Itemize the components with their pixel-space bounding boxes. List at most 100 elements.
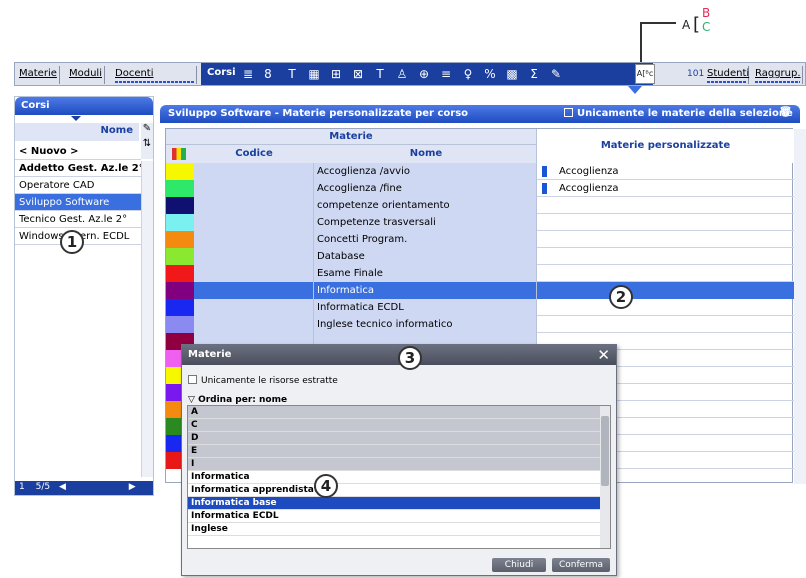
close-button[interactable]: Chiudi	[492, 558, 546, 572]
code-cell[interactable]	[194, 180, 314, 197]
matrix-icon[interactable]: ▩	[505, 67, 519, 81]
table-row[interactable]: Database	[166, 248, 794, 265]
teacher-icon[interactable]: T	[285, 67, 299, 81]
table-row[interactable]: Competenze trasversali	[166, 214, 794, 231]
list-item[interactable]: Sviluppo Software	[15, 194, 141, 211]
code-cell[interactable]	[194, 316, 314, 333]
name-cell[interactable]: Inglese tecnico informatico	[314, 316, 536, 333]
table-row[interactable]: Concetti Program.	[166, 231, 794, 248]
code-cell[interactable]	[194, 265, 314, 282]
custom-cell[interactable]	[536, 231, 794, 248]
custom-cell[interactable]	[536, 248, 794, 265]
sort-by-label[interactable]: ▽ Ordina per: nome	[188, 395, 287, 405]
table-row[interactable]: Accoglienza /fine Accoglienza	[166, 180, 794, 197]
custom-cell[interactable]	[536, 282, 794, 299]
custom-cell[interactable]: Accoglienza	[536, 163, 794, 180]
courses-scrollbar[interactable]	[141, 161, 153, 477]
tab-corsi[interactable]: Corsi ≣ 8 T ▦ ⊞ ⊠ T ♙ ⊕ ≡ ♀ % ▩ Σ ✎ A[ᴮc	[201, 63, 655, 85]
tab-materie[interactable]: Materie	[17, 66, 60, 84]
code-cell[interactable]	[194, 282, 314, 299]
list-item[interactable]: Informatica apprendistato	[188, 484, 600, 497]
group-icon[interactable]: ♙	[395, 67, 409, 81]
personalized-subjects-button[interactable]: A[ᴮc	[635, 64, 655, 84]
table2-icon[interactable]: ⊠	[351, 67, 365, 81]
person-icon[interactable]: ♀	[461, 67, 475, 81]
filter-icon[interactable]: T	[373, 67, 387, 81]
list-item[interactable]: Informatica ECDL	[188, 510, 600, 523]
name-cell[interactable]: Accoglienza /fine	[314, 180, 536, 197]
table-row[interactable]: Informatica ECDL	[166, 299, 794, 316]
custom-cell[interactable]: Accoglienza	[536, 180, 794, 197]
code-cell[interactable]	[194, 231, 314, 248]
list-item[interactable]: E	[188, 445, 600, 458]
code-cell[interactable]	[194, 214, 314, 231]
list-item[interactable]: Tecnico Gest. Az.le 2°	[15, 211, 141, 228]
next-icon[interactable]: ▶	[129, 482, 136, 492]
column-header-nome[interactable]: Nome	[15, 123, 139, 141]
list-item[interactable]: < Nuovo >	[15, 143, 141, 160]
tag-icon[interactable]: ✎	[549, 67, 563, 81]
list-item[interactable]: Operatore CAD	[15, 177, 141, 194]
close-icon[interactable]: ✕	[597, 346, 610, 364]
sum-icon[interactable]: Σ	[527, 67, 541, 81]
code-cell[interactable]	[194, 248, 314, 265]
tree-icon[interactable]: 8	[261, 67, 275, 81]
sort-icon[interactable]: ⇅	[141, 138, 153, 149]
percent-icon[interactable]: %	[483, 67, 497, 81]
wrench-icon[interactable]: ✎	[141, 123, 153, 134]
code-cell[interactable]	[194, 299, 314, 316]
name-cell[interactable]: competenze orientamento	[314, 197, 536, 214]
lines-icon[interactable]: ≡	[439, 67, 453, 81]
column-header-codice[interactable]: Codice	[194, 148, 314, 159]
prev-icon[interactable]: ◀	[59, 482, 66, 492]
list-icon[interactable]: ≣	[241, 67, 255, 81]
numbers-icon[interactable]: 101	[687, 67, 704, 81]
panel-tools[interactable]: ✎ ⇅	[141, 123, 153, 159]
table-icon[interactable]: ⊞	[329, 67, 343, 81]
list-item[interactable]: Addetto Gest. Az.le 2°	[15, 160, 141, 177]
extracted-only-checkbox[interactable]: Unicamente le risorse estratte	[188, 375, 338, 386]
custom-cell[interactable]	[536, 265, 794, 282]
column-header-custom[interactable]: Materie personalizzate	[536, 129, 794, 163]
list-item[interactable]: A	[188, 406, 600, 419]
sort-arrow-icon[interactable]	[71, 116, 81, 121]
globe-icon[interactable]: ⊕	[417, 67, 431, 81]
name-cell[interactable]: Concetti Program.	[314, 231, 536, 248]
list-item[interactable]: Informatica	[188, 471, 600, 484]
list-item[interactable]: I	[188, 458, 600, 471]
custom-cell[interactable]	[536, 214, 794, 231]
grid-icon[interactable]: ▦	[307, 67, 321, 81]
name-cell[interactable]: Database	[314, 248, 536, 265]
name-cell[interactable]: Accoglienza /avvio	[314, 163, 536, 180]
tab-docenti[interactable]: Docenti	[113, 66, 197, 84]
selection-only-checkbox[interactable]: Unicamente le materie della selezione	[564, 108, 793, 119]
tab-moduli[interactable]: Moduli	[67, 66, 105, 84]
custom-cell[interactable]	[536, 197, 794, 214]
scroll-thumb[interactable]	[601, 416, 609, 486]
trash-icon[interactable]: 🗑	[779, 107, 792, 118]
custom-cell[interactable]	[536, 316, 794, 333]
grid-scrollbar[interactable]	[794, 129, 806, 484]
code-cell[interactable]	[194, 163, 314, 180]
tab-studenti[interactable]: Studenti	[705, 66, 749, 84]
custom-cell[interactable]	[536, 299, 794, 316]
table-row[interactable]: Accoglienza /avvio Accoglienza	[166, 163, 794, 180]
list-item[interactable]: C	[188, 419, 600, 432]
name-cell[interactable]: Informatica ECDL	[314, 299, 536, 316]
table-row[interactable]: Esame Finale	[166, 265, 794, 282]
grid-column-headers: Codice Nome	[166, 145, 536, 163]
dialog-scrollbar[interactable]	[600, 406, 610, 548]
list-item[interactable]: D	[188, 432, 600, 445]
name-cell[interactable]: Esame Finale	[314, 265, 536, 282]
list-item[interactable]: Informatica base	[188, 497, 600, 510]
table-row[interactable]: competenze orientamento	[166, 197, 794, 214]
code-cell[interactable]	[194, 197, 314, 214]
list-item[interactable]: Inglese	[188, 523, 600, 536]
column-header-nome[interactable]: Nome	[316, 148, 536, 159]
tab-raggruppamenti[interactable]: Raggrup.	[753, 66, 803, 84]
table-row[interactable]: Inglese tecnico informatico	[166, 316, 794, 333]
confirm-button[interactable]: Conferma	[552, 558, 610, 572]
name-cell[interactable]: Informatica	[314, 282, 536, 299]
table-row[interactable]: Informatica	[166, 282, 794, 299]
name-cell[interactable]: Competenze trasversali	[314, 214, 536, 231]
